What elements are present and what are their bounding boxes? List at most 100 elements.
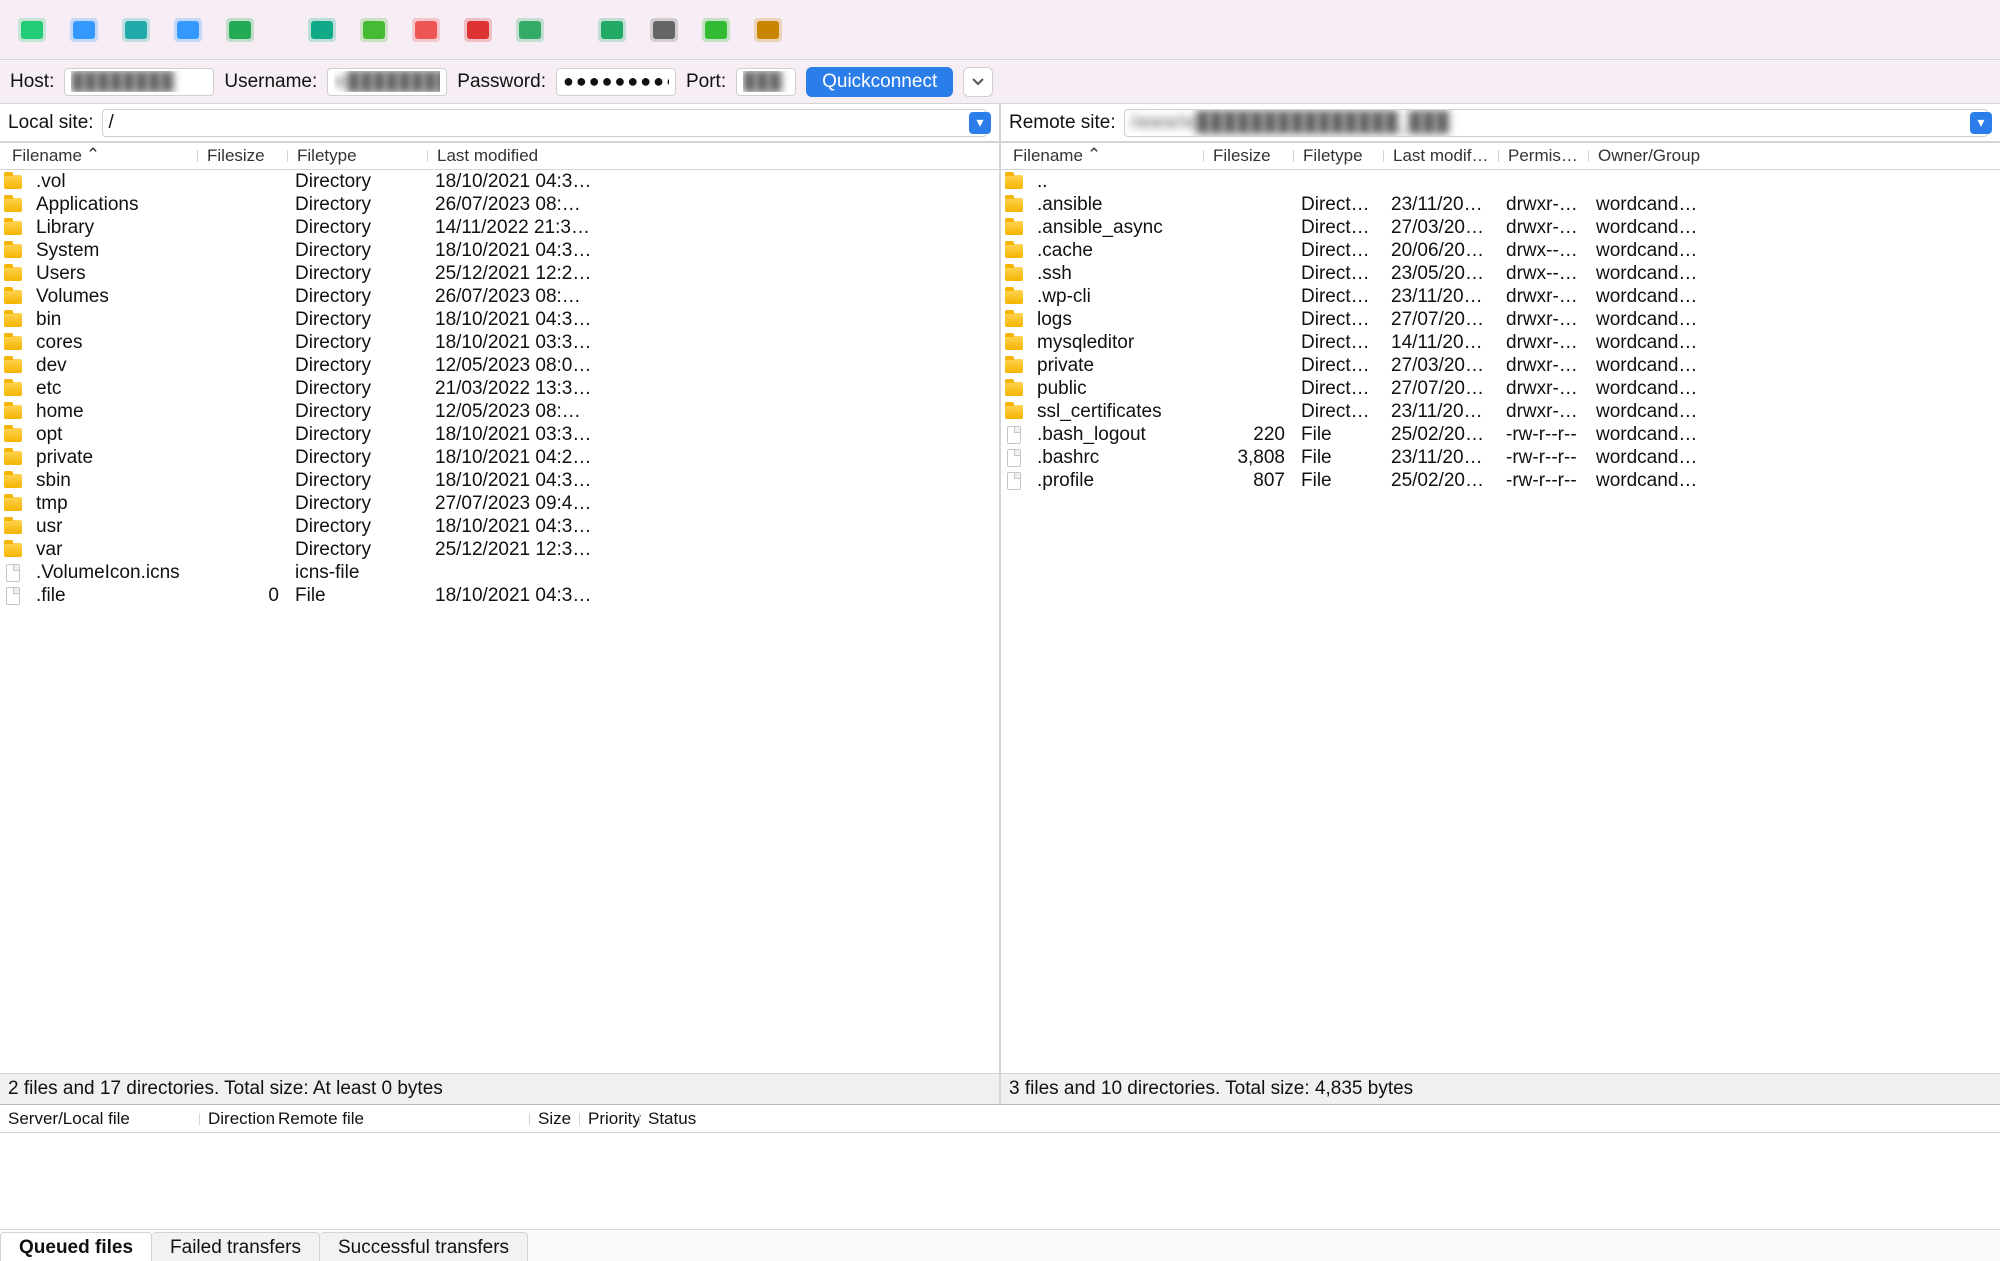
list-item[interactable]: logsDirectory27/07/2023 0…drwxr-xr-xword… bbox=[1001, 308, 2000, 331]
cell-perm: drwxr-xr-x bbox=[1498, 217, 1588, 239]
list-item[interactable]: SystemDirectory18/10/2021 04:3… bbox=[0, 239, 999, 262]
list-item[interactable]: mysqleditorDirectory14/11/2022 1…drwxr-x… bbox=[1001, 331, 2000, 354]
list-item[interactable]: .ansible_asyncDirectory27/03/2023 2…drwx… bbox=[1001, 216, 2000, 239]
list-item[interactable]: .cacheDirectory20/06/2022 1…drwx------wo… bbox=[1001, 239, 2000, 262]
list-item[interactable]: usrDirectory18/10/2021 04:3… bbox=[0, 515, 999, 538]
column-direction[interactable]: Direction bbox=[200, 1109, 270, 1129]
list-item[interactable]: ssl_certificatesDirectory23/11/2020 1…dr… bbox=[1001, 400, 2000, 423]
cell-perm: drwxr-xr-x bbox=[1498, 194, 1588, 216]
list-item[interactable]: etcDirectory21/03/2022 13:3… bbox=[0, 377, 999, 400]
site-manager-icon[interactable] bbox=[10, 8, 54, 52]
column-filename[interactable]: Filename⌃ bbox=[1005, 146, 1205, 166]
remote-path-input[interactable]: /www/w███████████████_███ bbox=[1124, 109, 1988, 137]
column-permissions[interactable]: Permissions bbox=[1500, 146, 1590, 166]
cell-mod: 26/07/2023 08:… bbox=[427, 194, 627, 216]
list-item[interactable]: LibraryDirectory14/11/2022 21:3… bbox=[0, 216, 999, 239]
column-remote-file[interactable]: Remote file bbox=[270, 1109, 530, 1129]
list-item[interactable]: tmpDirectory27/07/2023 09:4… bbox=[0, 492, 999, 515]
column-owner-group[interactable]: Owner/Group bbox=[1590, 146, 1710, 166]
list-item[interactable]: varDirectory25/12/2021 12:3… bbox=[0, 538, 999, 561]
column-filename[interactable]: Filename⌃ bbox=[4, 146, 199, 166]
list-item[interactable]: homeDirectory12/05/2023 08:… bbox=[0, 400, 999, 423]
tab-queued-files[interactable]: Queued files bbox=[0, 1232, 152, 1261]
username-input[interactable] bbox=[327, 68, 447, 96]
remote-column-headers[interactable]: Filename⌃FilesizeFiletypeLast modifiedPe… bbox=[1001, 142, 2000, 170]
toggle-panes-icon[interactable] bbox=[114, 8, 158, 52]
transfer-queue-headers[interactable]: Server/Local fileDirectionRemote fileSiz… bbox=[0, 1105, 2000, 1133]
synchronize-icon[interactable] bbox=[218, 8, 262, 52]
folder-icon bbox=[4, 290, 22, 304]
list-item[interactable]: sbinDirectory18/10/2021 04:3… bbox=[0, 469, 999, 492]
file-name: .profile bbox=[1029, 470, 1203, 492]
list-item[interactable]: .bashrc3,808File23/11/2020 1…-rw-r--r--w… bbox=[1001, 446, 2000, 469]
list-item[interactable]: .ansibleDirectory23/11/2020 1…drwxr-xr-x… bbox=[1001, 193, 2000, 216]
local-column-headers[interactable]: Filename⌃FilesizeFiletypeLast modified bbox=[0, 142, 999, 170]
column-filetype[interactable]: Filetype bbox=[289, 146, 429, 166]
list-item[interactable]: VolumesDirectory26/07/2023 08:… bbox=[0, 285, 999, 308]
list-item[interactable]: privateDirectory27/03/2023 2…drwxr-xr-xw… bbox=[1001, 354, 2000, 377]
cell-type: Directory bbox=[1293, 263, 1383, 285]
cell-perm: drwxr-xr-x bbox=[1498, 332, 1588, 354]
cell-mod: 23/11/2020 1… bbox=[1383, 286, 1498, 308]
port-input[interactable] bbox=[736, 68, 796, 96]
toggle-treeview-icon[interactable] bbox=[166, 8, 210, 52]
cell-mod: 25/12/2021 12:3… bbox=[427, 539, 627, 561]
binoculars-icon[interactable] bbox=[746, 8, 790, 52]
list-item[interactable]: optDirectory18/10/2021 03:3… bbox=[0, 423, 999, 446]
filter-icon[interactable] bbox=[590, 8, 634, 52]
quickconnect-bar: Host: Username: Password: Port: Quickcon… bbox=[0, 60, 2000, 104]
tab-successful-transfers[interactable]: Successful transfers bbox=[320, 1232, 528, 1261]
list-item[interactable]: UsersDirectory25/12/2021 12:2… bbox=[0, 262, 999, 285]
list-item[interactable]: .. bbox=[1001, 170, 2000, 193]
list-item[interactable]: privateDirectory18/10/2021 04:2… bbox=[0, 446, 999, 469]
cell-type: File bbox=[1293, 447, 1383, 469]
list-item[interactable]: .bash_logout220File25/02/2020 1…-rw-r--r… bbox=[1001, 423, 2000, 446]
file-name: mysqleditor bbox=[1029, 332, 1203, 354]
column-filesize[interactable]: Filesize bbox=[199, 146, 289, 166]
list-item[interactable]: .volDirectory18/10/2021 04:3… bbox=[0, 170, 999, 193]
remote-file-list[interactable]: ...ansibleDirectory23/11/2020 1…drwxr-xr… bbox=[1001, 170, 2000, 1073]
quickconnect-history-dropdown[interactable] bbox=[963, 67, 993, 97]
column-size[interactable]: Size bbox=[530, 1109, 580, 1129]
local-file-list[interactable]: .volDirectory18/10/2021 04:3…Application… bbox=[0, 170, 999, 1073]
reconnect-icon[interactable] bbox=[694, 8, 738, 52]
tab-failed-transfers[interactable]: Failed transfers bbox=[152, 1232, 320, 1261]
column-priority[interactable]: Priority bbox=[580, 1109, 640, 1129]
list-item[interactable]: .profile807File25/02/2020 1…-rw-r--r--wo… bbox=[1001, 469, 2000, 492]
list-item[interactable]: binDirectory18/10/2021 04:3… bbox=[0, 308, 999, 331]
list-item[interactable]: .wp-cliDirectory23/11/2020 1…drwxr-xr-xw… bbox=[1001, 285, 2000, 308]
list-item[interactable]: coresDirectory18/10/2021 03:3… bbox=[0, 331, 999, 354]
refresh-icon[interactable] bbox=[300, 8, 344, 52]
column-last-modified[interactable]: Last modified bbox=[1385, 146, 1500, 166]
host-input[interactable] bbox=[64, 68, 214, 96]
password-input[interactable] bbox=[556, 68, 676, 96]
transfer-queue-body[interactable] bbox=[0, 1133, 2000, 1229]
folder-icon bbox=[4, 175, 22, 189]
column-server-local-file[interactable]: Server/Local file bbox=[0, 1109, 200, 1129]
local-path-input[interactable]: / bbox=[102, 109, 987, 137]
list-item[interactable]: devDirectory12/05/2023 08:0… bbox=[0, 354, 999, 377]
delete-queue-icon[interactable] bbox=[456, 8, 500, 52]
local-path-dropdown[interactable]: ▾ bbox=[969, 112, 991, 134]
cell-type: Directory bbox=[287, 355, 427, 377]
column-status[interactable]: Status bbox=[640, 1109, 820, 1129]
quickconnect-button[interactable]: Quickconnect bbox=[806, 67, 953, 97]
local-pane: Filename⌃FilesizeFiletypeLast modified .… bbox=[0, 142, 1001, 1104]
cell-type: icns-file bbox=[287, 562, 427, 584]
remote-path-dropdown[interactable]: ▾ bbox=[1970, 112, 1992, 134]
list-item[interactable]: ApplicationsDirectory26/07/2023 08:… bbox=[0, 193, 999, 216]
column-filesize[interactable]: Filesize bbox=[1205, 146, 1295, 166]
compare-icon[interactable] bbox=[352, 8, 396, 52]
list-item[interactable]: .sshDirectory23/05/2023 1…drwx------word… bbox=[1001, 262, 2000, 285]
list-item[interactable]: .file0File18/10/2021 04:3… bbox=[0, 584, 999, 607]
list-item[interactable]: publicDirectory27/07/2023 0…drwxr-xr-xwo… bbox=[1001, 377, 2000, 400]
search-icon[interactable] bbox=[642, 8, 686, 52]
column-last-modified[interactable]: Last modified bbox=[429, 146, 629, 166]
folder-icon bbox=[4, 244, 22, 258]
open-connection-icon[interactable] bbox=[62, 8, 106, 52]
cell-type: Directory bbox=[1293, 286, 1383, 308]
auto-start-icon[interactable] bbox=[508, 8, 552, 52]
cancel-icon[interactable] bbox=[404, 8, 448, 52]
column-filetype[interactable]: Filetype bbox=[1295, 146, 1385, 166]
list-item[interactable]: .VolumeIcon.icnsicns-file bbox=[0, 561, 999, 584]
